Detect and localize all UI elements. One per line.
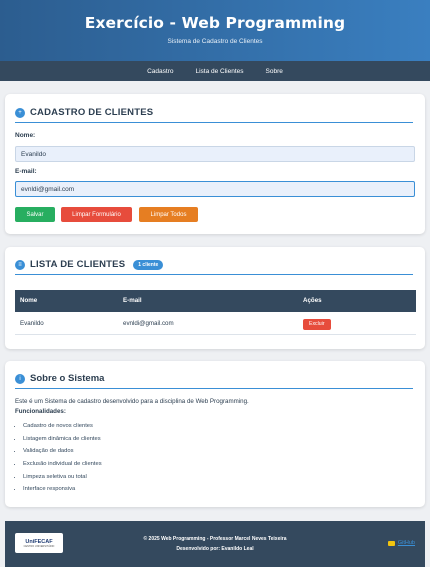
list-item: Limpeza seletiva ou total <box>23 474 102 487</box>
sobre-card: i Sobre o Sistema Este é um Sistema de c… <box>5 361 425 507</box>
nav-item-lista[interactable]: Lista de Clientes <box>184 68 254 75</box>
table-row: Evanildo evnldi@gmail.com Excluir <box>15 313 416 335</box>
cadastro-title: + CADASTRO DE CLIENTES <box>15 103 413 123</box>
list-item: Listagem dinâmica de clientes <box>23 436 102 449</box>
page-subtitle: Sistema de Cadastro de Clientes <box>167 38 263 45</box>
limpar-formulario-button[interactable]: Limpar Formulário <box>61 207 132 222</box>
client-count-badge: 1 cliente <box>133 259 164 270</box>
folder-icon <box>387 540 395 546</box>
page-title: Exercício - Web Programming <box>84 14 346 32</box>
nome-input[interactable]: Evanildo <box>15 146 415 162</box>
page-header: Exercício - Web Programming Sistema de C… <box>0 0 430 61</box>
col-nome: Nome <box>20 297 38 304</box>
col-acoes: Ações <box>303 297 322 304</box>
list-item: Cadastro de novos clientes <box>23 423 102 436</box>
developer-text: Desenvolvido por: Evanildo Leal <box>176 546 254 552</box>
nav-item-cadastro[interactable]: Cadastro <box>136 68 184 75</box>
lista-card: ≡ LISTA DE CLIENTES 1 cliente Nome E-mai… <box>5 247 425 349</box>
email-label: E-mail: <box>15 168 37 175</box>
github-link[interactable]: GitHub <box>387 540 415 546</box>
lista-title: ≡ LISTA DE CLIENTES 1 cliente <box>15 255 413 275</box>
nome-label: Nome: <box>15 132 36 139</box>
list-item: Validação de dados <box>23 448 102 461</box>
cadastro-card: + CADASTRO DE CLIENTES Nome: Evanildo E-… <box>5 94 425 234</box>
funcionalidades-label: Funcionalidades: <box>15 408 66 415</box>
cell-email: evnldi@gmail.com <box>123 320 174 327</box>
main-nav: Cadastro Lista de Clientes Sobre <box>0 61 430 81</box>
list-item: Exclusão individual de clientes <box>23 461 102 474</box>
limpar-todos-button[interactable]: Limpar Todos <box>139 207 198 222</box>
table-header: Nome E-mail Ações <box>15 290 416 312</box>
excluir-button[interactable]: Excluir <box>303 319 331 330</box>
user-add-icon: + <box>15 107 25 118</box>
salvar-button[interactable]: Salvar <box>15 207 55 222</box>
copyright-text: © 2025 Web Programming - Professor Marce… <box>143 536 287 542</box>
email-input[interactable]: evnldi@gmail.com <box>15 181 415 197</box>
info-icon: i <box>15 373 25 384</box>
sobre-intro: Este é um Sistema de cadastro desenvolvi… <box>15 398 249 405</box>
sobre-title: i Sobre o Sistema <box>15 369 413 389</box>
page-footer: UniFECAF CENTRO UNIVERSITÁRIO © 2025 Web… <box>5 521 425 567</box>
list-item: Interface responsiva <box>23 486 102 499</box>
features-list: Cadastro de novos clientes Listagem dinâ… <box>23 423 102 499</box>
col-email: E-mail <box>123 297 142 304</box>
nav-item-sobre[interactable]: Sobre <box>255 68 294 75</box>
list-icon: ≡ <box>15 259 25 270</box>
cell-nome: Evanildo <box>20 320 44 327</box>
